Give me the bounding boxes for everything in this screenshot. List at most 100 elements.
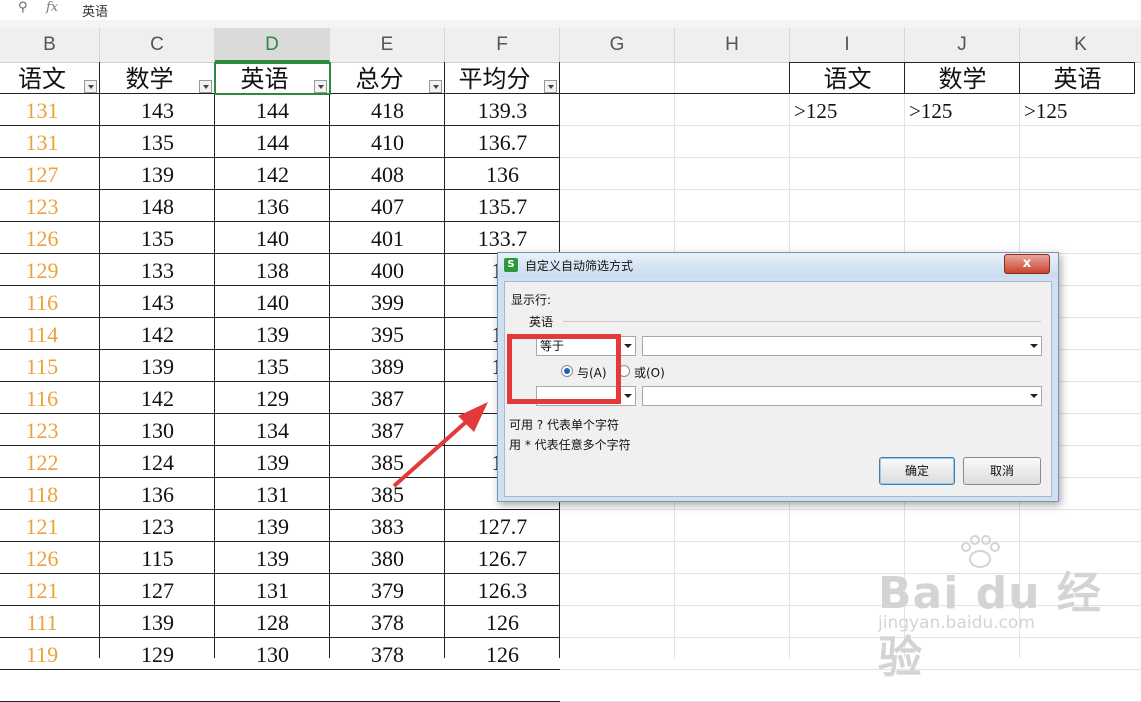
criteria-header-english[interactable]: 英语	[1020, 62, 1135, 94]
column-header-g[interactable]: G	[560, 28, 675, 62]
cell-english[interactable]: 134	[215, 414, 330, 446]
column-header-i[interactable]: I	[790, 28, 905, 62]
ok-button[interactable]: 确定	[879, 457, 955, 485]
criteria-header-math[interactable]: 数学	[905, 62, 1020, 94]
cell-average[interactable]: 136	[445, 158, 560, 190]
cell-english[interactable]: 144	[215, 94, 330, 126]
cell-math[interactable]: 148	[100, 190, 215, 222]
close-button[interactable]: x	[1004, 254, 1050, 274]
column-header-b[interactable]: B	[0, 28, 100, 62]
cell-total[interactable]: 387	[330, 382, 445, 414]
cell-english[interactable]: 139	[215, 318, 330, 350]
or-label[interactable]: 或(O)	[634, 364, 665, 381]
cell-chinese[interactable]: 123	[0, 414, 84, 446]
header-cell-math[interactable]: 数学	[100, 62, 199, 94]
cell-english[interactable]: 144	[215, 126, 330, 158]
cell-english[interactable]: 142	[215, 158, 330, 190]
value2-combo[interactable]	[642, 386, 1042, 406]
column-header-k[interactable]: K	[1020, 28, 1141, 62]
value1-combo[interactable]	[642, 336, 1042, 356]
cell-average[interactable]: 126.3	[445, 574, 560, 606]
cell-average[interactable]: 127.7	[445, 510, 560, 542]
cell-total[interactable]: 389	[330, 350, 445, 382]
cell-total[interactable]: 387	[330, 414, 445, 446]
column-header-d[interactable]: D	[215, 28, 330, 62]
cell-total[interactable]: 378	[330, 638, 445, 670]
cell-total[interactable]: 378	[330, 606, 445, 638]
cell-chinese[interactable]: 114	[0, 318, 84, 350]
cell-average[interactable]: 126.7	[445, 542, 560, 574]
cell-chinese[interactable]: 126	[0, 542, 84, 574]
formula-value[interactable]: 英语	[82, 1, 108, 20]
header-cell-chinese[interactable]: 语文	[0, 62, 84, 94]
cell-english[interactable]: 135	[215, 350, 330, 382]
cell-math[interactable]: 142	[100, 318, 215, 350]
cell-total[interactable]: 395	[330, 318, 445, 350]
cell-math[interactable]: 124	[100, 446, 215, 478]
cell-math[interactable]: 135	[100, 222, 215, 254]
cell-english[interactable]: 140	[215, 286, 330, 318]
cell-chinese[interactable]: 131	[0, 126, 84, 158]
header-cell-average[interactable]: 平均分	[445, 62, 544, 94]
cell-total[interactable]: 399	[330, 286, 445, 318]
cell-math[interactable]: 127	[100, 574, 215, 606]
cell-math[interactable]: 135	[100, 126, 215, 158]
cell-average[interactable]: 126	[445, 638, 560, 670]
column-header-f[interactable]: F	[445, 28, 560, 62]
filter-dropdown-math-icon[interactable]	[199, 80, 212, 93]
cell-chinese[interactable]: 118	[0, 478, 84, 510]
filter-dropdown-average-icon[interactable]	[544, 80, 557, 93]
cell-chinese[interactable]: 116	[0, 382, 84, 414]
cell-english[interactable]: 131	[215, 574, 330, 606]
cell-english[interactable]: 136	[215, 190, 330, 222]
criteria-value-chinese[interactable]: >125	[790, 94, 904, 126]
cell-english[interactable]: 140	[215, 222, 330, 254]
cell-math[interactable]: 115	[100, 542, 215, 574]
cell-total[interactable]: 400	[330, 254, 445, 286]
cell-english[interactable]: 131	[215, 478, 330, 510]
cell-total[interactable]: 385	[330, 478, 445, 510]
cell-total[interactable]: 379	[330, 574, 445, 606]
filter-dropdown-total-icon[interactable]	[429, 80, 442, 93]
cell-average[interactable]: 135.7	[445, 190, 560, 222]
cell-chinese[interactable]: 119	[0, 638, 84, 670]
cell-total[interactable]: 401	[330, 222, 445, 254]
cell-total[interactable]: 385	[330, 446, 445, 478]
cell-total[interactable]: 418	[330, 94, 445, 126]
cell-chinese[interactable]: 127	[0, 158, 84, 190]
criteria-header-chinese[interactable]: 语文	[790, 62, 905, 94]
cell-chinese[interactable]: 126	[0, 222, 84, 254]
criteria-value-english[interactable]: >125	[1020, 94, 1134, 126]
cell-english[interactable]: 128	[215, 606, 330, 638]
cell-chinese[interactable]: 116	[0, 286, 84, 318]
dialog-titlebar[interactable]: S 自定义自动筛选方式 x	[498, 253, 1058, 277]
cell-total[interactable]: 383	[330, 510, 445, 542]
cell-math[interactable]: 142	[100, 382, 215, 414]
zoom-icon[interactable]: ⚲	[18, 0, 28, 15]
cell-math[interactable]: 139	[100, 606, 215, 638]
cell-total[interactable]: 408	[330, 158, 445, 190]
cell-total[interactable]: 410	[330, 126, 445, 158]
cell-math[interactable]: 136	[100, 478, 215, 510]
fx-label[interactable]: fx	[46, 0, 58, 15]
cell-total[interactable]: 380	[330, 542, 445, 574]
cell-average[interactable]: 133.7	[445, 222, 560, 254]
cell-chinese[interactable]: 122	[0, 446, 84, 478]
cell-math[interactable]: 139	[100, 350, 215, 382]
cell-english[interactable]: 139	[215, 542, 330, 574]
column-header-j[interactable]: J	[905, 28, 1020, 62]
cell-english[interactable]: 139	[215, 446, 330, 478]
column-header-h[interactable]: H	[675, 28, 790, 62]
cell-average[interactable]: 139.3	[445, 94, 560, 126]
header-cell-total[interactable]: 总分	[330, 62, 429, 94]
cell-average[interactable]: 136.7	[445, 126, 560, 158]
cell-chinese[interactable]: 111	[0, 606, 84, 638]
cell-english[interactable]: 139	[215, 510, 330, 542]
cell-math[interactable]: 143	[100, 94, 215, 126]
cell-chinese[interactable]: 121	[0, 510, 84, 542]
criteria-value-math[interactable]: >125	[905, 94, 1019, 126]
cell-math[interactable]: 143	[100, 286, 215, 318]
cell-math[interactable]: 133	[100, 254, 215, 286]
cell-chinese[interactable]: 123	[0, 190, 84, 222]
cell-chinese[interactable]: 131	[0, 94, 84, 126]
